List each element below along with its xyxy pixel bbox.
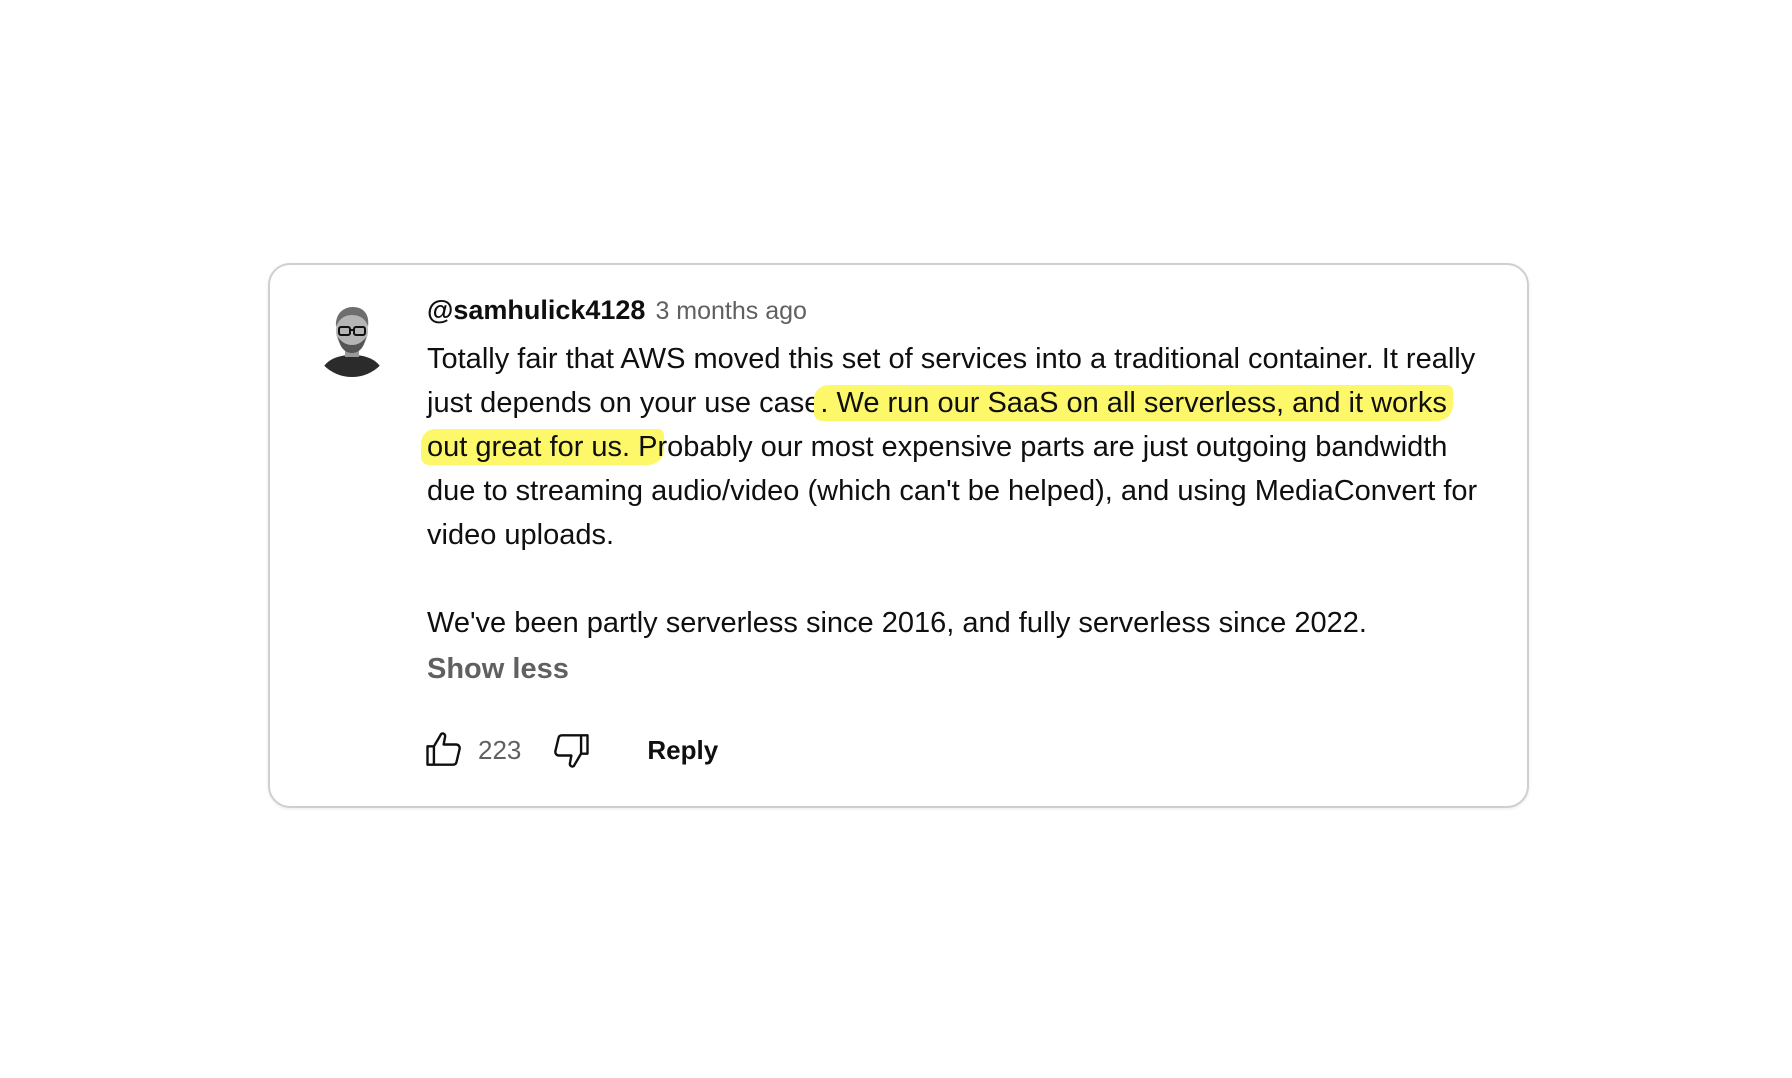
- comment-content: @samhulick4128 3 months ago Totally fair…: [421, 295, 1487, 686]
- comment-actions: 223 Reply: [420, 725, 718, 775]
- show-less-button[interactable]: Show less: [427, 653, 569, 686]
- author-avatar[interactable]: [312, 297, 392, 377]
- like-count: 223: [478, 734, 522, 765]
- dislike-button[interactable]: [547, 726, 595, 774]
- like-button[interactable]: [420, 726, 468, 774]
- thumbs-up-icon: [426, 732, 461, 766]
- comment-timestamp[interactable]: 3 months ago: [655, 297, 807, 326]
- comment-paragraph-2: We've been partly serverless since 2016,…: [427, 607, 1367, 639]
- comment-header: @samhulick4128 3 months ago: [427, 295, 1487, 333]
- thumbs-down-icon: [554, 734, 590, 768]
- reply-button[interactable]: Reply: [647, 735, 718, 766]
- person-avatar-icon: [312, 297, 392, 377]
- author-handle[interactable]: @samhulick4128: [427, 295, 645, 326]
- comment-card: @samhulick4128 3 months ago Totally fair…: [268, 263, 1529, 808]
- comment-text: Totally fair that AWS moved this set of …: [421, 337, 1487, 645]
